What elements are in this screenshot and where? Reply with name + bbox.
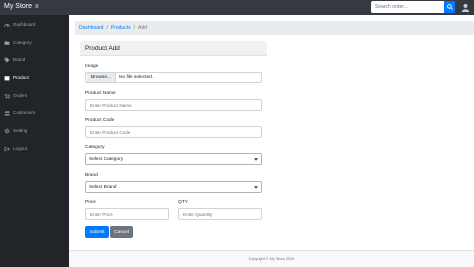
- tag-icon: [4, 57, 10, 62]
- breadcrumb-separator: /: [106, 25, 108, 31]
- breadcrumb-current: Add: [137, 25, 147, 31]
- menu-toggle-icon[interactable]: ≡: [35, 2, 39, 12]
- sidebar-item-product[interactable]: Product: [0, 70, 69, 85]
- users-icon: [4, 110, 10, 115]
- sidebar: Dashboard Category Brand Product Orders …: [0, 15, 69, 267]
- logout-icon: [4, 146, 10, 151]
- category-select[interactable]: Select Category: [85, 153, 262, 165]
- product-code-input[interactable]: [85, 126, 262, 138]
- category-select-value: Select Category: [89, 156, 124, 162]
- sidebar-item-dashboard[interactable]: Dashboard: [0, 17, 69, 32]
- brand-select-value: Select Brand: [89, 184, 117, 190]
- qty-input[interactable]: [178, 208, 262, 220]
- search-button[interactable]: [444, 1, 455, 13]
- user-icon[interactable]: [461, 3, 470, 12]
- sidebar-item-label: Brand: [13, 57, 26, 62]
- search-icon: [447, 4, 453, 10]
- sidebar-item-category[interactable]: Category: [0, 35, 69, 50]
- qty-label: QTY: [178, 200, 188, 205]
- sidebar-item-label: Dashboard: [13, 22, 36, 27]
- brand-link[interactable]: My Store ≡: [4, 2, 39, 12]
- product-name-label: Product Name: [85, 91, 116, 96]
- sidebar-item-label: Setting: [13, 128, 28, 133]
- submit-button[interactable]: Submit: [85, 226, 109, 238]
- footer: Copyright © My Store 2020: [69, 250, 474, 267]
- sidebar-item-orders[interactable]: Orders: [0, 88, 69, 103]
- sidebar-item-label: Product: [13, 75, 29, 80]
- folder-icon: [4, 40, 10, 45]
- category-label: Category: [85, 145, 105, 150]
- gear-icon: [4, 128, 10, 133]
- sidebar-item-brand[interactable]: Brand: [0, 52, 69, 67]
- breadcrumb-dashboard[interactable]: Dashboard: [79, 25, 103, 31]
- sidebar-item-label: Category: [13, 40, 32, 45]
- sidebar-item-label: Orders: [13, 93, 28, 98]
- price-label: Price: [85, 200, 96, 205]
- copyright-text: Copyright © My Store 2020: [248, 257, 295, 261]
- cancel-button[interactable]: Cancel: [110, 226, 133, 238]
- chevron-down-icon: [254, 186, 258, 189]
- box-icon: [4, 75, 10, 80]
- brand-name: My Store: [4, 3, 33, 10]
- product-name-input[interactable]: [85, 99, 262, 111]
- price-input[interactable]: [85, 208, 169, 220]
- sidebar-item-logout[interactable]: Logout: [0, 141, 69, 156]
- breadcrumb-products[interactable]: Products: [111, 25, 131, 31]
- card-title: Product Add: [80, 41, 267, 56]
- breadcrumb-separator: /: [133, 25, 135, 31]
- image-label: Image: [85, 64, 99, 69]
- search-input[interactable]: [371, 1, 444, 13]
- file-status: No file selected.: [119, 75, 154, 80]
- sidebar-item-customers[interactable]: Customers: [0, 105, 69, 120]
- product-code-label: Product Code: [85, 118, 115, 123]
- image-file-input[interactable]: Browse... No file selected.: [85, 72, 262, 83]
- brand-select[interactable]: Select Brand: [85, 181, 262, 193]
- top-navbar: My Store ≡: [0, 0, 474, 15]
- browse-button[interactable]: Browse...: [87, 73, 116, 82]
- breadcrumb: Dashboard / Products / Add: [75, 21, 474, 35]
- sidebar-item-label: Customers: [13, 110, 36, 115]
- sidebar-item-setting[interactable]: Setting: [0, 123, 69, 138]
- gauge-icon: [4, 23, 10, 27]
- chevron-down-icon: [254, 158, 258, 161]
- sidebar-item-label: Logout: [13, 146, 28, 151]
- brand-label: Brand: [85, 173, 98, 178]
- cart-icon: [4, 93, 10, 99]
